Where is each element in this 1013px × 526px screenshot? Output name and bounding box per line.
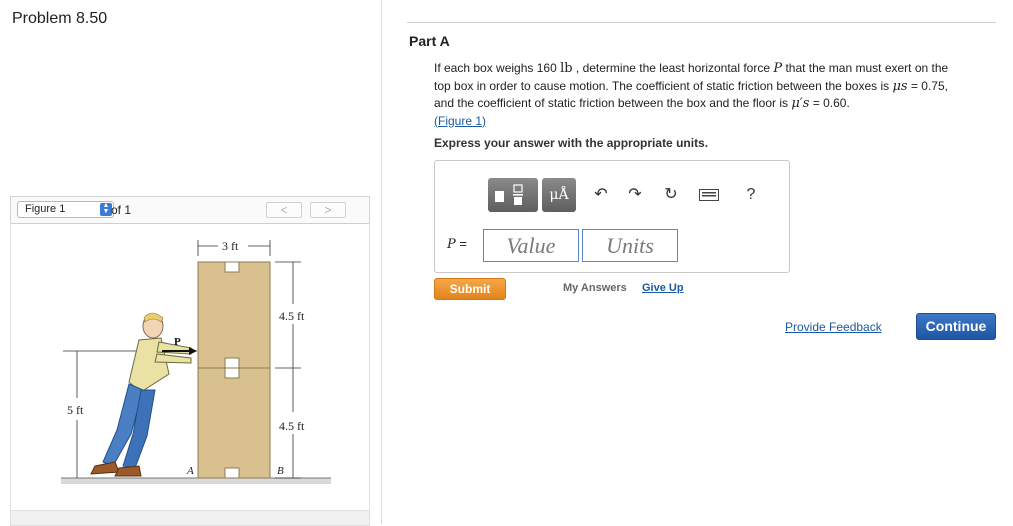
figure-pane: Problem 8.50 Figure 1 ▲ ▼ of 1 < > 3 ft … [0, 0, 382, 526]
weight-unit: lb [560, 61, 573, 76]
submit-button[interactable]: Submit [434, 278, 506, 300]
man-figure: P [90, 312, 197, 477]
template-icon [495, 184, 523, 205]
answer-panel: μÅ ↶ ↷ ↻ ? P = Value Units [434, 160, 790, 273]
units-symbol-button[interactable]: μÅ [542, 178, 576, 212]
mu-s-symbol: μs [892, 78, 908, 94]
dim-lower-label: 4.5 ft [279, 419, 305, 433]
question-segment: = 0.60. [809, 96, 850, 110]
point-b-label: B [277, 465, 284, 477]
problem-title: Problem 8.50 [12, 10, 108, 27]
keyboard-glyph [699, 188, 719, 201]
math-toolbar: μÅ ↶ ↷ ↻ ? [488, 178, 768, 212]
answer-variable: P [447, 237, 456, 252]
equals-sign: = [455, 236, 467, 251]
undo-icon[interactable]: ↶ [588, 178, 614, 212]
question-segment: , determine the least horizontal force [572, 61, 774, 75]
figure-select[interactable]: Figure 1 ▲ ▼ [17, 201, 114, 218]
prev-figure-button[interactable]: < [266, 202, 302, 218]
force-variable: P [773, 61, 783, 76]
question-segment: = 0.75, [907, 78, 948, 93]
figure-select-value: Figure 1 [25, 203, 66, 215]
question-segment: top box in order to cause motion. The co… [434, 78, 893, 93]
keyboard-icon[interactable] [696, 178, 722, 212]
next-figure-button[interactable]: > [310, 202, 346, 218]
bottom-box [197, 367, 271, 479]
units-input[interactable]: Units [582, 229, 678, 262]
dim-height-label: 5 ft [67, 403, 84, 417]
figure-count: of 1 [111, 203, 132, 217]
point-a-label: A [186, 465, 194, 477]
reset-icon[interactable]: ↻ [658, 178, 684, 212]
help-button[interactable]: ? [738, 178, 764, 212]
figure-illustration: 3 ft 4.5 ft 4.5 ft 5 ft P A B [61, 239, 331, 484]
question-segment: that the man must exert on the [782, 61, 949, 75]
provide-feedback-link[interactable]: Provide Feedback [785, 320, 882, 334]
question-text: If each box weighs 160 lb , determine th… [434, 60, 999, 129]
mu-s-prime-symbol: μ′s [791, 96, 810, 111]
part-title: Part A [409, 33, 450, 49]
question-segment: and the coefficient of static friction b… [434, 96, 792, 110]
floor [61, 478, 331, 484]
dim-upper-label: 4.5 ft [279, 309, 305, 323]
force-p-label: P [174, 336, 181, 348]
figure-toolbar: Figure 1 ▲ ▼ of 1 < > [10, 196, 370, 224]
my-answers-link[interactable]: My Answers [563, 282, 627, 294]
redo-icon[interactable]: ↷ [622, 178, 648, 212]
figure-link[interactable]: (Figure 1) [434, 114, 486, 128]
question-segment: If each box weighs 160 [434, 61, 561, 75]
figure-canvas: 3 ft 4.5 ft 4.5 ft 5 ft P A B [10, 222, 370, 511]
value-input[interactable]: Value [483, 229, 579, 262]
top-box [197, 261, 271, 369]
answer-label: P = [447, 236, 467, 252]
answer-instructions: Express your answer with the appropriate… [434, 136, 709, 150]
dim-width-label: 3 ft [222, 239, 239, 253]
continue-button[interactable]: Continue [916, 313, 996, 340]
header-divider [407, 22, 996, 23]
give-up-link[interactable]: Give Up [642, 282, 684, 294]
template-button[interactable] [488, 178, 538, 212]
